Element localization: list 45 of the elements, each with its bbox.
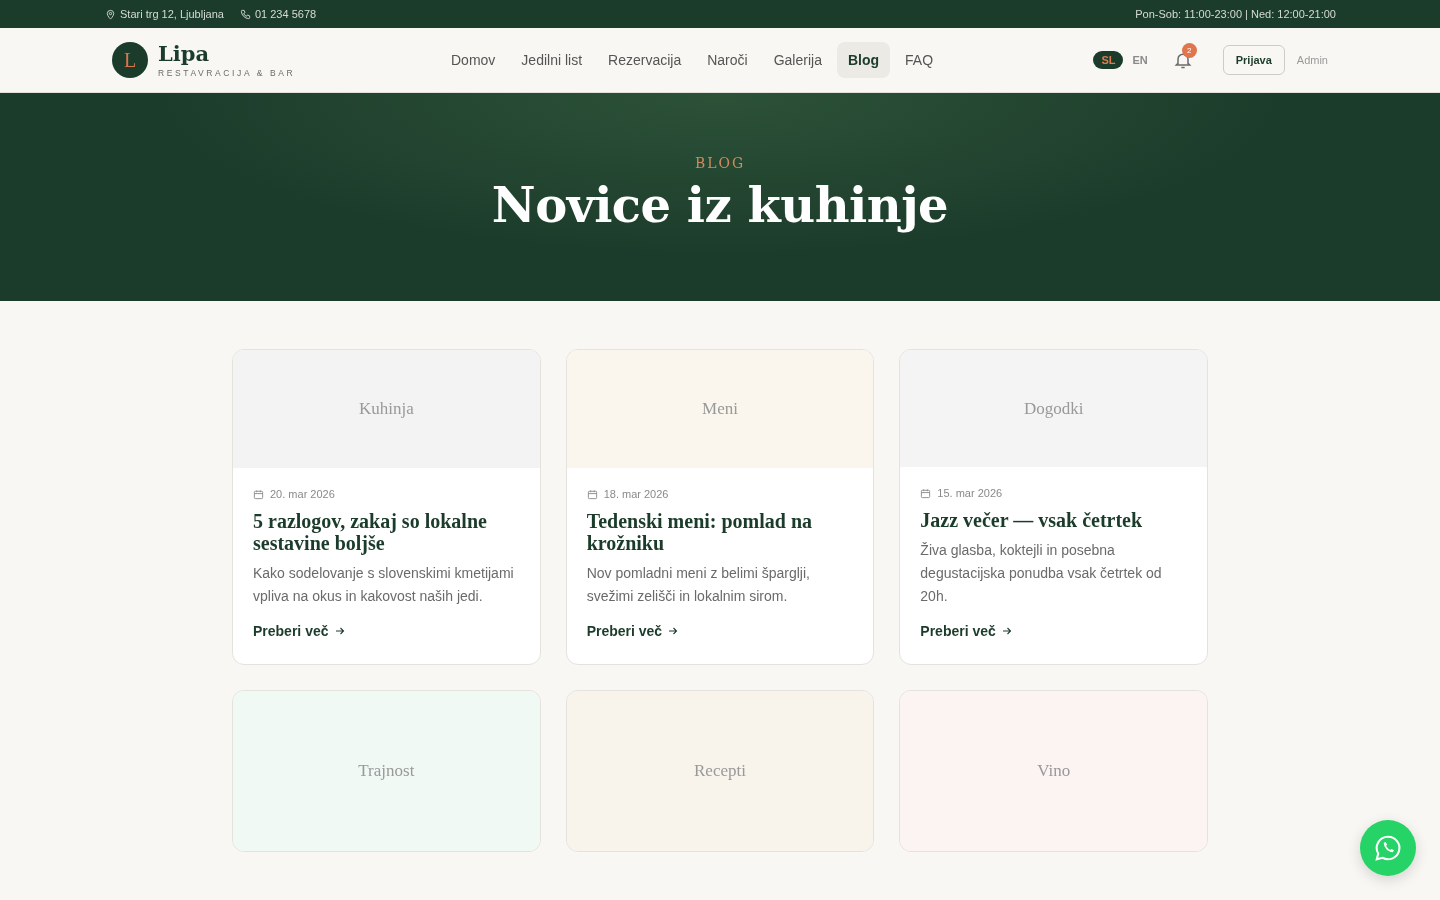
nav-link[interactable]: Galerija [762, 42, 833, 78]
category-label: Trajnost [358, 761, 415, 781]
category-label: Meni [702, 399, 738, 419]
post-title[interactable]: Tedenski meni: pomlad na krožniku [586, 510, 854, 554]
login-button[interactable]: Prijava [1222, 45, 1285, 75]
read-more-link[interactable]: Preberi več [920, 623, 1013, 639]
calendar-icon [920, 487, 932, 499]
address-text: Stari trg 12, Ljubljana [120, 8, 224, 20]
nav-link[interactable]: Domov [440, 42, 507, 78]
nav-link[interactable]: Jedilni list [510, 42, 594, 78]
brand-tagline: RESTAVRACIJA & BAR [158, 67, 296, 78]
arrow-right-icon [333, 625, 346, 637]
phone-icon [239, 8, 251, 20]
read-more-link[interactable]: Preberi več [253, 623, 346, 639]
post-excerpt: Nov pomladni meni z belimi šparglji, svežimi zelišči in lokalnim sirom. [586, 564, 811, 606]
language-option[interactable]: SL [1093, 51, 1124, 69]
read-more-link[interactable]: Preberi več [586, 623, 680, 639]
nav-link[interactable]: Blog [836, 42, 891, 78]
location-pin-icon [105, 8, 116, 20]
section-label: BLOG [694, 155, 746, 171]
nav-link[interactable]: FAQ [894, 42, 945, 78]
post-date: 18. mar 2026 [603, 488, 669, 500]
post-date: 20. mar 2026 [270, 488, 335, 500]
calendar-icon [586, 488, 598, 500]
post-title[interactable]: 5 razlogov, zakaj so lokalne sestavine boljše [253, 510, 520, 554]
category-label: Dogodki [1023, 398, 1084, 419]
phone-number[interactable]: 01 234 5678 [254, 8, 317, 20]
notification-badge: 2 [1181, 43, 1197, 58]
page-title: Novice iz kuhinje [491, 177, 949, 233]
category-label: Kuhinja [358, 399, 414, 419]
post-excerpt: Kako sodelovanje s slovenskimi kmetijami vpliva na okus in kakovost naših jedi. [253, 564, 515, 606]
nav-link[interactable]: Rezervacija [597, 42, 693, 78]
brand-name[interactable]: Lipa [158, 42, 296, 66]
category-label: Recepti [694, 761, 746, 781]
opening-hours: Pon-Sob: 11:00-23:00 | Ned: 12:00-21:00 [1135, 8, 1336, 20]
logo-icon[interactable]: L [112, 42, 148, 78]
arrow-right-icon [667, 625, 680, 637]
chat-bubble-phone-icon [1373, 833, 1403, 863]
post-date: 15. mar 2026 [937, 487, 1003, 499]
post-excerpt: Živa glasba, koktejli in posebna degustacijska ponudba vsak četrtek od 20h. [920, 541, 1163, 606]
post-title[interactable]: Jazz večer — vsak četrtek [920, 509, 1187, 531]
nav-link[interactable]: Naroči [696, 42, 759, 78]
arrow-right-icon [1000, 625, 1013, 637]
category-label: Vino [1037, 761, 1071, 781]
calendar-icon [253, 488, 264, 500]
